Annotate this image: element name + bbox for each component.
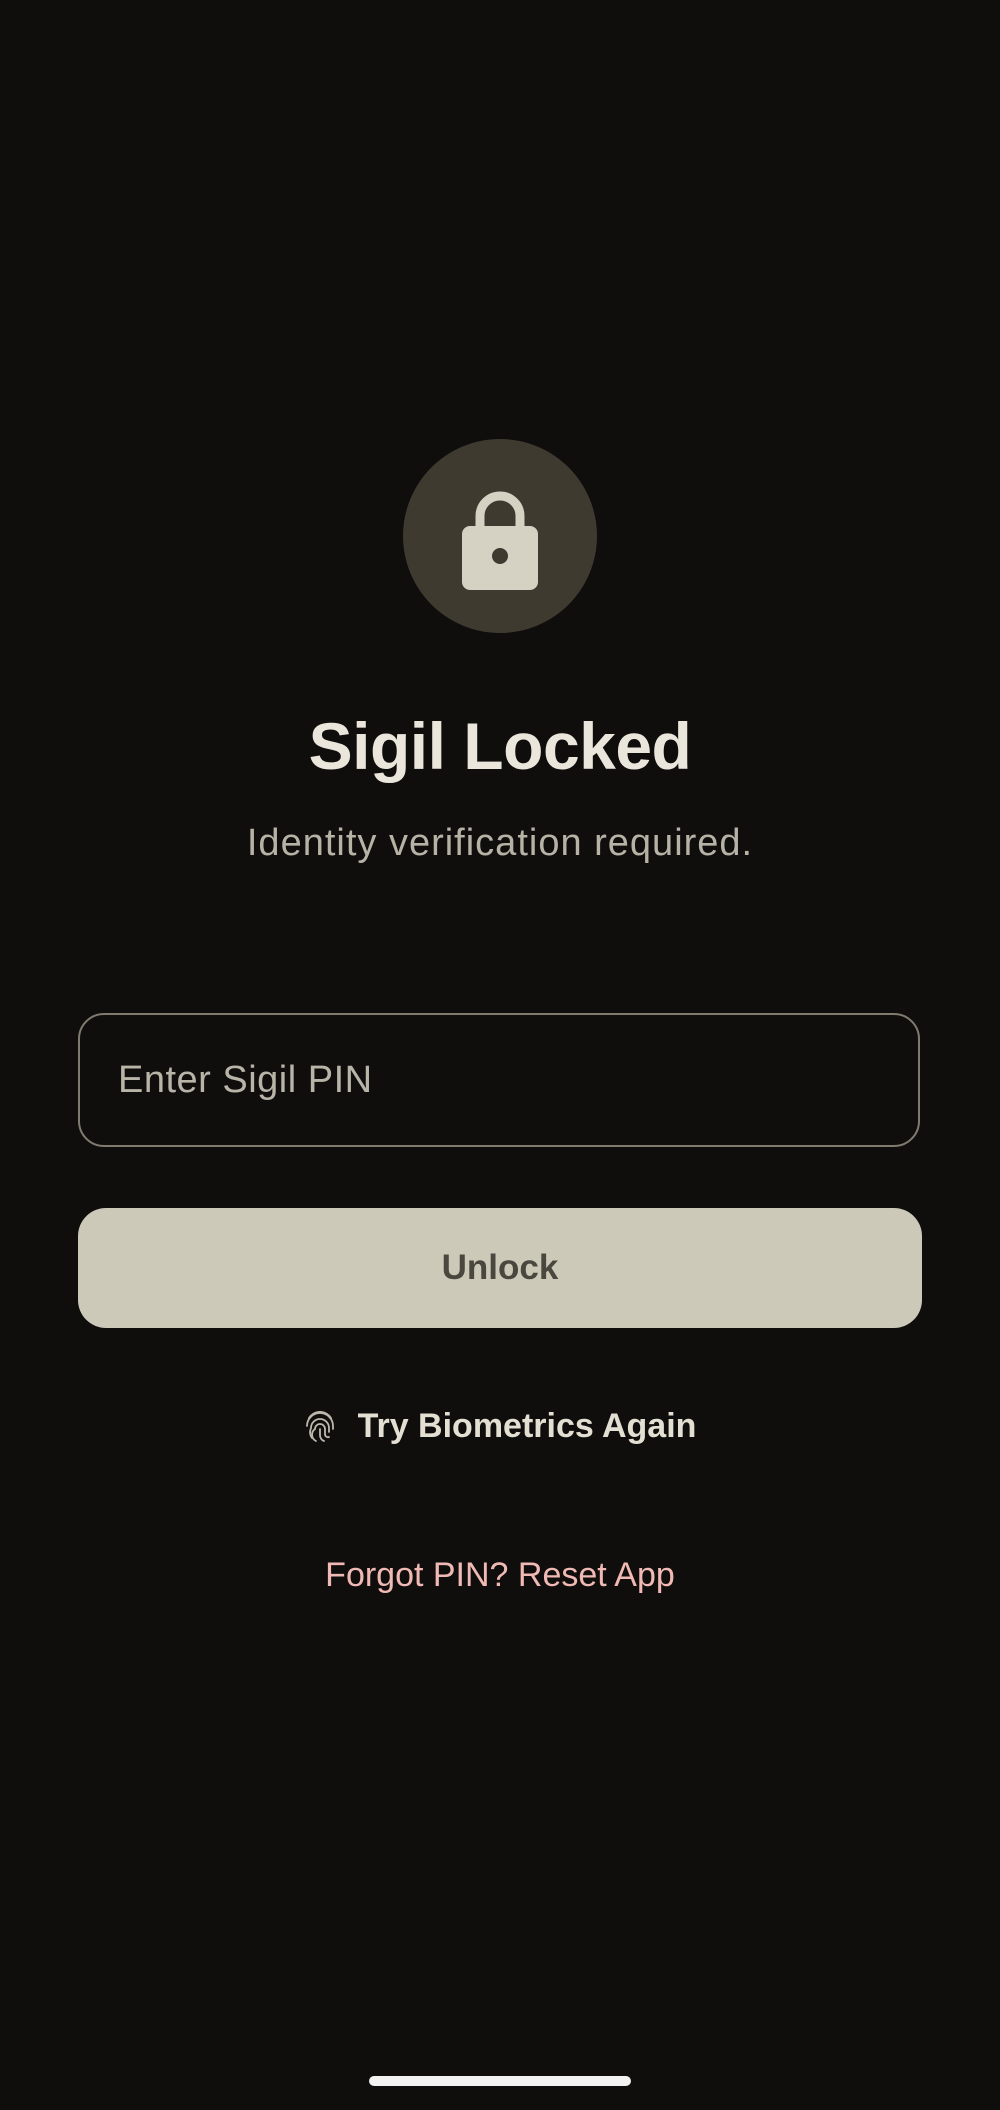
pin-field[interactable]: [78, 1013, 920, 1147]
try-biometrics-label: Try Biometrics Again: [357, 1406, 697, 1445]
lock-screen: Sigil Locked Identity verification requi…: [0, 0, 1000, 2110]
try-biometrics-button[interactable]: Try Biometrics Again: [0, 1398, 1000, 1454]
page-subtitle: Identity verification required.: [246, 822, 754, 864]
reset-app-link[interactable]: Forgot PIN? Reset App: [0, 1556, 1000, 1595]
page-title: Sigil Locked: [308, 709, 692, 783]
lock-badge: [403, 439, 597, 633]
lock-icon: [462, 491, 538, 590]
fingerprint-icon: [304, 1408, 336, 1444]
unlock-button[interactable]: Unlock: [78, 1208, 922, 1328]
home-indicator[interactable]: [369, 2076, 631, 2086]
pin-input[interactable]: [118, 1015, 878, 1145]
